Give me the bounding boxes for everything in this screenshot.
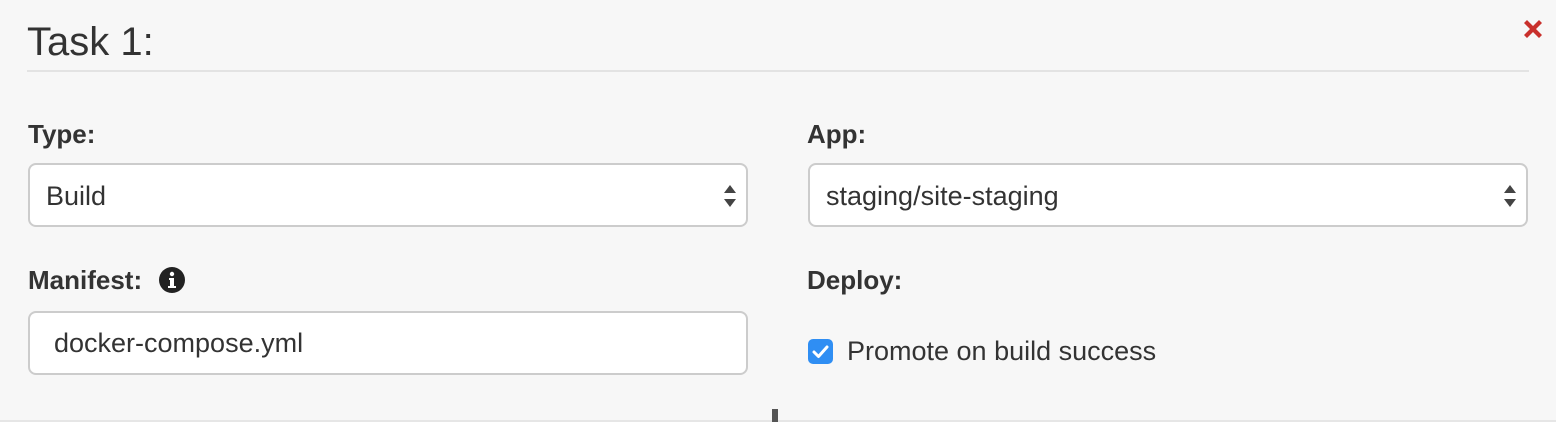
app-label: App: — [807, 119, 867, 149]
close-icon[interactable] — [1519, 15, 1547, 43]
app-select-value: staging/site-staging — [826, 181, 1059, 211]
title-divider — [27, 70, 1529, 72]
resize-handle — [772, 409, 778, 422]
info-circle-icon[interactable] — [158, 266, 186, 294]
type-select-value: Build — [46, 181, 107, 211]
manifest-input[interactable] — [28, 311, 748, 375]
sort-arrows-icon — [1504, 185, 1516, 207]
task-title: Task 1: — [27, 20, 154, 64]
type-select[interactable]: Build — [28, 163, 748, 227]
type-label: Type: — [28, 119, 96, 149]
promote-checkbox[interactable] — [808, 339, 833, 364]
task-panel: Task 1: Type: Build App: staging/site-st… — [0, 0, 1556, 422]
deploy-label: Deploy: — [807, 265, 903, 295]
check-icon — [812, 345, 829, 358]
manifest-label: Manifest: — [28, 265, 143, 295]
promote-checkbox-label[interactable]: Promote on build success — [847, 335, 1156, 367]
sort-arrows-icon — [724, 185, 736, 207]
app-select[interactable]: staging/site-staging — [808, 163, 1528, 227]
